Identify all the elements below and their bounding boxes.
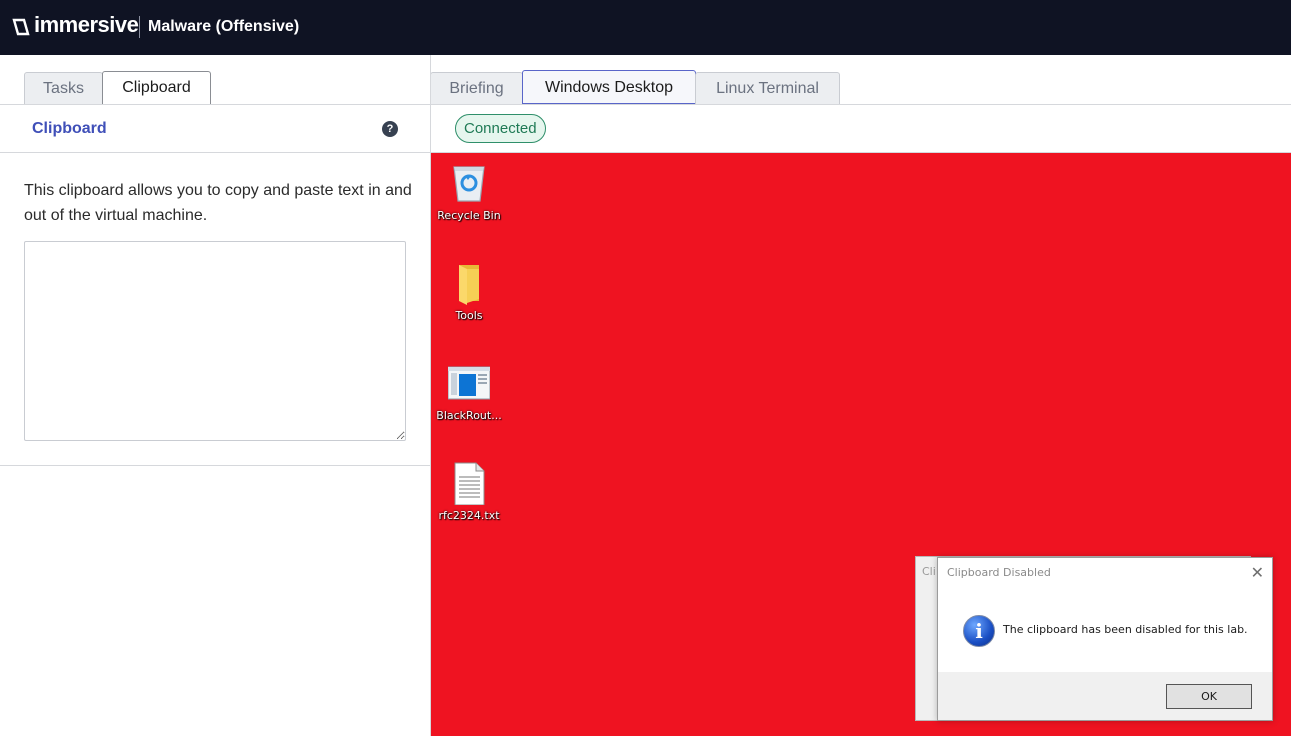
tab-linux-terminal[interactable]: Linux Terminal	[695, 72, 840, 104]
desktop-icon-recycle-bin[interactable]: Recycle Bin	[431, 161, 507, 222]
tab-clipboard[interactable]: Clipboard	[102, 71, 211, 105]
immersive-logo-icon	[12, 18, 30, 36]
header-divider	[139, 16, 140, 38]
folder-icon	[459, 265, 479, 305]
recycle-bin-icon	[453, 166, 485, 202]
desktop-icon-blackrout[interactable]: BlackRout...	[431, 361, 507, 422]
panel-bottom-line	[0, 465, 430, 466]
dialog-message: The clipboard has been disabled for this…	[1003, 623, 1248, 636]
desktop-icon-label: BlackRout...	[436, 409, 502, 422]
text-file-icon	[454, 462, 485, 506]
desktop-icon-label: rfc2324.txt	[438, 509, 500, 522]
background-dialog-caption: Cli	[922, 565, 936, 578]
tab-baseline	[0, 104, 430, 105]
desktop-icon-tools[interactable]: Tools	[431, 261, 507, 322]
desktop-icon-label: Recycle Bin	[437, 209, 501, 222]
dialog-title-bar[interactable]: Clipboard Disabled ✕	[938, 558, 1272, 588]
tab-briefing[interactable]: Briefing	[430, 72, 523, 104]
clipboard-disabled-dialog[interactable]: Clipboard Disabled ✕ i The clipboard has…	[937, 557, 1273, 721]
dialog-body: i The clipboard has been disabled for th…	[938, 588, 1272, 672]
lab-title: Malware (Offensive)	[148, 18, 300, 35]
header-divider-line	[0, 152, 430, 153]
dialog-title: Clipboard Disabled	[947, 566, 1051, 579]
info-icon: i	[963, 615, 995, 647]
tab-tasks[interactable]: Tasks	[24, 72, 103, 104]
close-icon[interactable]: ✕	[1251, 563, 1264, 582]
help-icon[interactable]: ?	[382, 121, 398, 137]
desktop-icon-rfc2324[interactable]: rfc2324.txt	[431, 461, 507, 522]
top-bar: immersive Malware (Offensive)	[0, 0, 1291, 55]
clipboard-heading: Clipboard	[32, 120, 107, 137]
connection-status-badge: Connected	[455, 114, 546, 143]
clipboard-description: This clipboard allows you to copy and pa…	[24, 182, 412, 224]
tab-windows-desktop[interactable]: Windows Desktop	[522, 70, 696, 105]
clipboard-textarea[interactable]	[24, 241, 406, 441]
tab-baseline-right	[430, 104, 1291, 105]
windows-desktop[interactable]: Recycle Bin Tools BlackRout... rfc2324.t…	[431, 153, 1291, 736]
brand-name[interactable]: immersive	[34, 12, 139, 38]
desktop-icon-label: Tools	[455, 309, 483, 322]
application-icon	[447, 366, 491, 400]
ok-button[interactable]: OK	[1166, 684, 1252, 709]
